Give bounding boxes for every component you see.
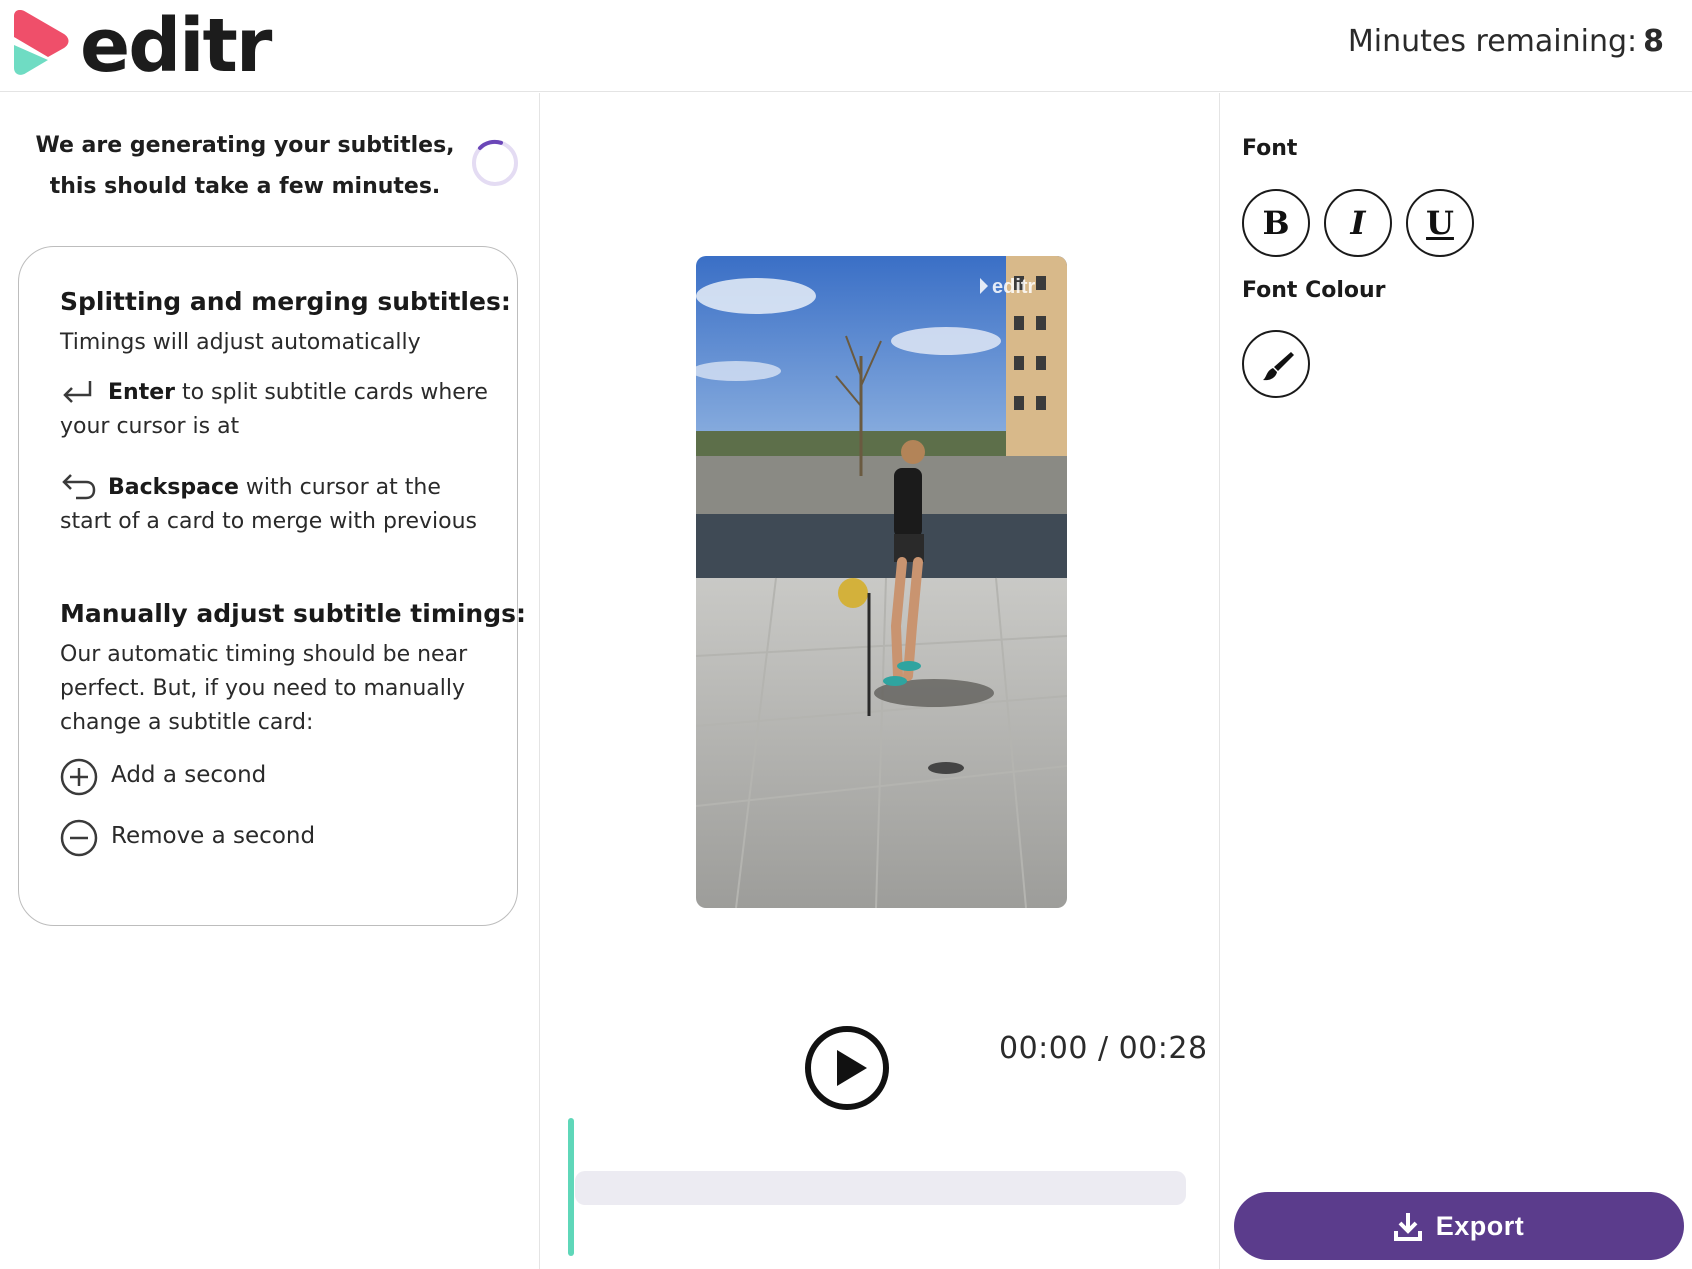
export-label: Export (1435, 1210, 1525, 1241)
editr-logo (14, 10, 69, 75)
remove-second-label: Remove a second (111, 823, 316, 849)
backspace-icon (62, 474, 96, 500)
timeline-playhead[interactable] (568, 1118, 574, 1256)
video-preview[interactable]: editr (696, 256, 1067, 908)
video-panel: editr 00:00 / 00:28 (541, 93, 1220, 1269)
minutes-label: Minutes remaining: (1347, 24, 1638, 59)
timeline-track[interactable] (575, 1171, 1186, 1205)
bold-button[interactable]: B (1242, 189, 1310, 257)
export-button[interactable]: Export (1234, 1192, 1684, 1260)
download-icon (1393, 1213, 1422, 1241)
brush-icon (1263, 352, 1294, 381)
timecode: 00:00 / 00:28 (999, 1031, 1208, 1066)
split-merge-title: Splitting and merging subtitles: (60, 287, 511, 316)
font-label: Font (1242, 136, 1298, 161)
underline-button[interactable]: U (1406, 189, 1474, 257)
spinner-icon (472, 139, 518, 186)
brand-name: editr (80, 3, 272, 89)
manual-adjust-title: Manually adjust subtitle timings: (60, 599, 527, 628)
enter-key-icon (63, 381, 92, 403)
minutes-value: 8 (1643, 24, 1664, 59)
minutes-remaining: Minutes remaining: 8 (1348, 24, 1664, 59)
backspace-key-label: Backspace (108, 475, 239, 500)
manual-adjust-text: Our automatic timing should be near perf… (60, 642, 468, 735)
help-card: Splitting and merging subtitles: Timings… (18, 246, 526, 926)
play-button[interactable] (805, 1026, 889, 1110)
split-merge-subtitle: Timings will adjust automatically (60, 330, 421, 355)
backspace-instruction: Backspace with cursor at the start of a … (60, 471, 490, 539)
plus-circle-icon (60, 758, 98, 796)
generating-notice: We are generating your subtitles, this s… (35, 133, 455, 199)
play-icon (837, 1050, 867, 1086)
enter-instruction: Enter to split subtitle cards where your… (60, 376, 490, 444)
font-colour-label: Font Colour (1242, 278, 1386, 303)
italic-button[interactable]: I (1324, 189, 1392, 257)
font-colour-button[interactable] (1242, 330, 1310, 398)
minus-circle-icon (60, 819, 98, 857)
left-panel: We are generating your subtitles, this s… (0, 93, 540, 1269)
style-panel: Font B I U Font Colour Export (1221, 93, 1692, 1269)
enter-key-label: Enter (108, 380, 175, 405)
add-second-label: Add a second (111, 762, 267, 788)
video-watermark: editr (992, 276, 1036, 298)
app-header: editr Minutes remaining: 8 (0, 0, 1692, 92)
